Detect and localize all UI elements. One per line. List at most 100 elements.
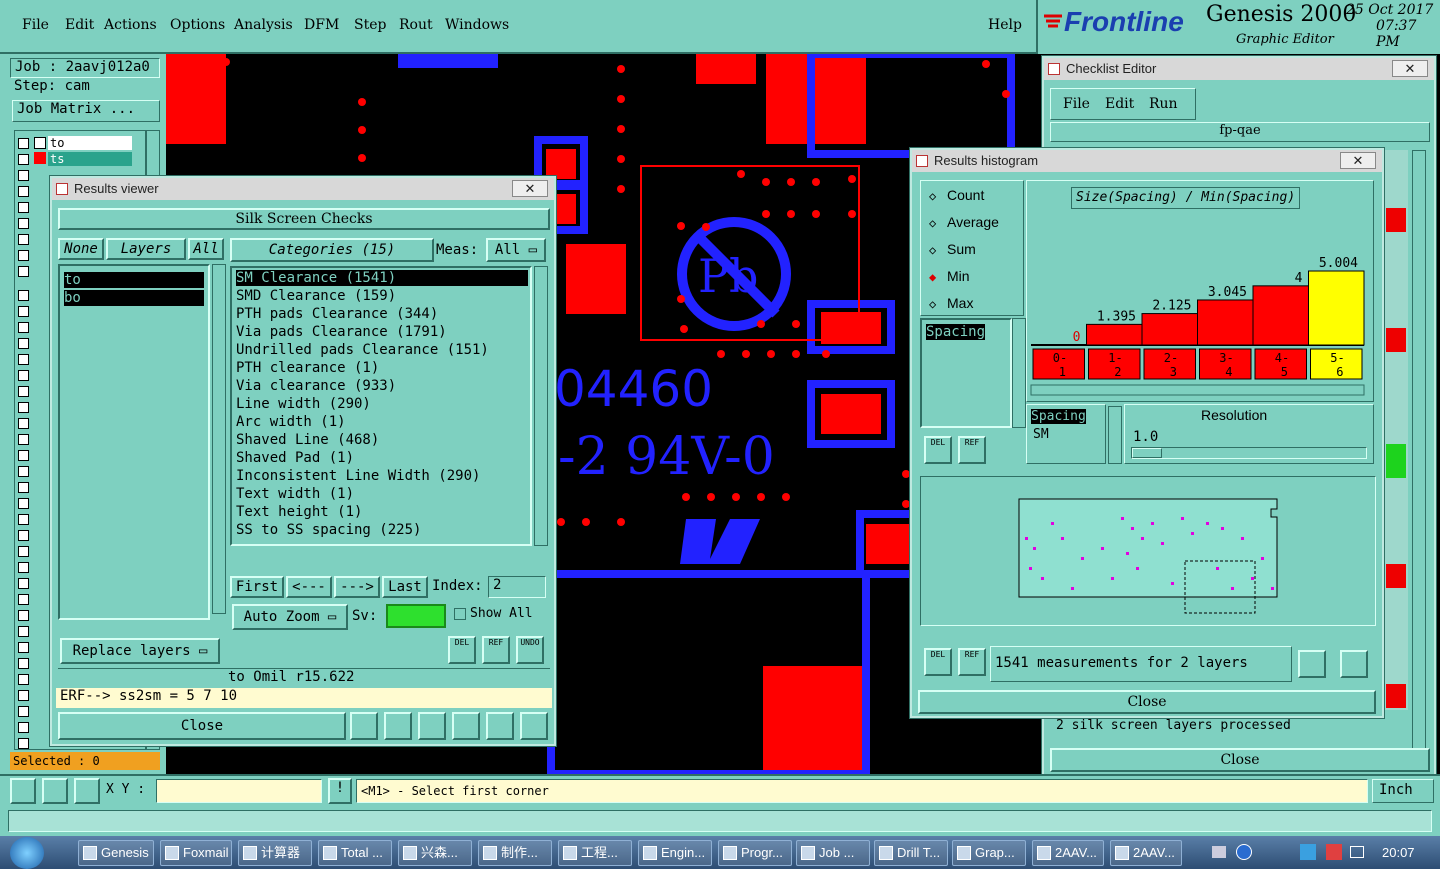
layer-checkbox[interactable]: [18, 354, 29, 365]
layer-checkbox[interactable]: [18, 290, 29, 301]
category-item[interactable]: Via clearance (933): [236, 378, 396, 394]
radio-sum[interactable]: Sum: [947, 241, 976, 257]
zoom-window-icon[interactable]: [1340, 650, 1368, 678]
layer-checkbox[interactable]: [18, 186, 29, 197]
resolution-slider[interactable]: [1131, 447, 1367, 459]
layer-row-to[interactable]: to: [48, 136, 132, 150]
del-icon[interactable]: DEL: [924, 436, 952, 464]
sv-color-dropdown[interactable]: [386, 604, 446, 628]
cross-icon[interactable]: [418, 712, 446, 740]
layer-checkbox[interactable]: [18, 202, 29, 213]
measure-icon[interactable]: [42, 778, 68, 804]
layer-checkbox[interactable]: [18, 306, 29, 317]
menu-file[interactable]: File: [1063, 96, 1090, 112]
radio-count[interactable]: Count: [947, 187, 984, 203]
category-item[interactable]: Inconsistent Line Width (290): [236, 468, 480, 484]
layer-checkbox[interactable]: [18, 514, 29, 525]
layer-checkbox[interactable]: [18, 674, 29, 685]
alert-icon[interactable]: !: [328, 778, 352, 804]
tool-icon[interactable]: [10, 778, 36, 804]
job-matrix-button[interactable]: Job Matrix ...: [12, 100, 160, 122]
histogram-close-button[interactable]: Close: [918, 690, 1376, 714]
menu-step[interactable]: Step: [354, 17, 386, 33]
radio-min[interactable]: Min: [947, 268, 970, 284]
category-item[interactable]: SS to SS spacing (225): [236, 522, 421, 538]
auto-zoom-dropdown[interactable]: Auto Zoom ▭: [232, 604, 348, 630]
layer-checkbox[interactable]: [18, 434, 29, 445]
list-item[interactable]: to: [64, 272, 204, 288]
category-item[interactable]: Line width (290): [236, 396, 371, 412]
prev-button[interactable]: <---: [286, 576, 332, 598]
layer-checkbox[interactable]: [18, 170, 29, 181]
list-item[interactable]: Spacing: [926, 324, 986, 340]
undo-icon[interactable]: UNDO: [516, 636, 544, 664]
network-icon[interactable]: [1300, 844, 1316, 860]
layer-checkbox[interactable]: [18, 626, 29, 637]
layer-checkbox[interactable]: [18, 450, 29, 461]
categories-scrollbar[interactable]: [534, 266, 548, 546]
category-item[interactable]: SMD Clearance (159): [236, 288, 396, 304]
replace-layers-dropdown[interactable]: Replace layers ▭: [60, 638, 220, 664]
layer-checkbox[interactable]: [18, 370, 29, 381]
menu-options[interactable]: Options: [170, 17, 225, 33]
zoom-fit-icon[interactable]: [1298, 650, 1326, 678]
layer-row-ts[interactable]: ts: [48, 152, 132, 166]
menu-edit[interactable]: Edit: [65, 17, 94, 33]
all-button[interactable]: All: [188, 238, 224, 260]
taskbar-item[interactable]: 2AAV...: [1032, 840, 1104, 866]
radio-average[interactable]: Average: [947, 214, 999, 230]
layer-checkbox[interactable]: [18, 266, 29, 277]
results-viewer-titlebar[interactable]: Results viewer ✕: [52, 178, 554, 200]
del-icon[interactable]: DEL: [924, 648, 952, 676]
layer-checkbox[interactable]: [18, 386, 29, 397]
units-button[interactable]: Inch: [1372, 779, 1434, 803]
layer-checkbox[interactable]: [18, 338, 29, 349]
taskbar-item[interactable]: Progr...: [718, 840, 792, 866]
layer-icon[interactable]: [384, 712, 412, 740]
category-item[interactable]: Shaved Line (468): [236, 432, 379, 448]
checklist-scrollbar[interactable]: [1412, 150, 1426, 750]
checklist-close-button[interactable]: Close: [1050, 748, 1430, 772]
first-button[interactable]: First: [230, 576, 284, 598]
menu-edit[interactable]: Edit: [1105, 96, 1134, 112]
close-icon[interactable]: ✕: [1392, 60, 1428, 77]
xy-input[interactable]: [156, 779, 322, 803]
category-item[interactable]: Arc width (1): [236, 414, 346, 430]
chart-scrollbar[interactable]: [1030, 384, 1365, 396]
help-icon[interactable]: [1236, 844, 1252, 860]
next-button[interactable]: --->: [334, 576, 380, 598]
taskbar-item[interactable]: Drill T...: [874, 840, 948, 866]
category-item[interactable]: Text height (1): [236, 504, 362, 520]
layer-checkbox[interactable]: [18, 594, 29, 605]
taskbar-item[interactable]: Total ...: [318, 840, 392, 866]
layer-checkbox[interactable]: [18, 234, 29, 245]
category-item[interactable]: Shaved Pad (1): [236, 450, 354, 466]
display-icon[interactable]: [1350, 846, 1364, 858]
keyboard-icon[interactable]: [1212, 846, 1226, 858]
layer-checkbox[interactable]: [18, 578, 29, 589]
ref-icon[interactable]: REF: [958, 436, 986, 464]
start-button-icon[interactable]: [10, 837, 44, 869]
notes-icon[interactable]: [486, 712, 514, 740]
taskbar-item[interactable]: Genesis: [78, 840, 154, 866]
taskbar-item[interactable]: Engin...: [638, 840, 712, 866]
layer-checkbox[interactable]: [18, 322, 29, 333]
show-all-checkbox[interactable]: [454, 608, 466, 620]
ref-icon[interactable]: REF: [482, 636, 510, 664]
spacing-scrollbar[interactable]: [1108, 406, 1122, 464]
measure-list[interactable]: Spacing: [920, 318, 1012, 428]
layer-checkbox[interactable]: [18, 466, 29, 477]
layer-checkbox[interactable]: [18, 218, 29, 229]
close-icon[interactable]: ✕: [512, 180, 548, 197]
taskbar-item[interactable]: 计算器: [238, 840, 312, 866]
layer-checkbox[interactable]: [18, 482, 29, 493]
menu-rout[interactable]: Rout: [399, 17, 433, 33]
layer-checkbox[interactable]: [18, 402, 29, 413]
layer-checkbox[interactable]: [18, 562, 29, 573]
measure-scrollbar[interactable]: [1012, 318, 1026, 428]
layers-scrollbar[interactable]: [212, 264, 226, 614]
layer-results-list[interactable]: to bo: [58, 264, 210, 620]
last-button[interactable]: Last: [382, 576, 428, 598]
ref-icon[interactable]: REF: [958, 648, 986, 676]
taskbar-item[interactable]: 工程...: [558, 840, 632, 866]
